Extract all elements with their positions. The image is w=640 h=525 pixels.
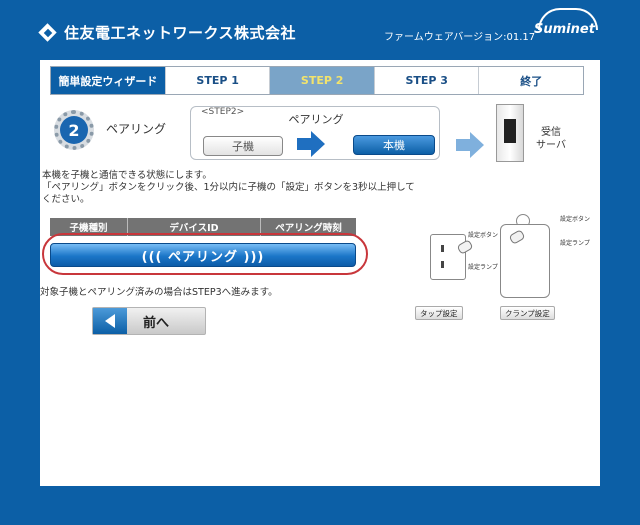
tab-step2[interactable]: STEP 2 bbox=[270, 67, 375, 94]
pairing-button[interactable]: ((( ペアリング ))) bbox=[50, 243, 356, 267]
receiver-server-label: 受信 サーバ bbox=[536, 127, 566, 151]
server-icon bbox=[496, 104, 524, 162]
clamp-lamp-label: 設定ランプ bbox=[560, 240, 590, 247]
clamp-button-label: 設定ボタン bbox=[560, 216, 591, 223]
tap-setting-button[interactable]: タップ設定 bbox=[415, 306, 463, 320]
tab-wizard[interactable]: 簡単設定ウィザード bbox=[51, 67, 166, 94]
pairing-flow-diagram: <STEP2> ペアリング 子機 本機 bbox=[190, 106, 440, 160]
clamp-device-icon bbox=[500, 224, 550, 298]
company-brand: 住友電工ネットワークス株式会社 bbox=[38, 22, 296, 43]
child-device-box: 子機 bbox=[203, 136, 283, 156]
tab-step3[interactable]: STEP 3 bbox=[374, 67, 480, 94]
step-number: 2 bbox=[60, 116, 88, 144]
wizard-tabs: 簡単設定ウィザード STEP 1 STEP 2 STEP 3 終了 bbox=[50, 66, 584, 95]
parent-device-box: 本機 bbox=[353, 135, 435, 155]
tap-lamp-label: 設定ランプ bbox=[468, 264, 498, 271]
description-text: 本機を子機と通信できる状態にします。 「ペアリング」ボタンをクリック後、1分以内… bbox=[42, 170, 415, 205]
flow-title: ペアリング bbox=[288, 113, 344, 126]
company-logo-icon bbox=[38, 23, 58, 43]
arrow-left-icon bbox=[105, 314, 115, 328]
suminet-logo: Suminet bbox=[528, 8, 608, 44]
tab-step1[interactable]: STEP 1 bbox=[165, 67, 271, 94]
clamp-setting-button[interactable]: クランプ設定 bbox=[500, 306, 555, 320]
arrow-right-icon bbox=[456, 132, 484, 158]
company-name: 住友電工ネットワークス株式会社 bbox=[64, 24, 297, 42]
logo-text: Suminet bbox=[534, 22, 595, 37]
arrow-right-icon bbox=[297, 131, 325, 157]
main-panel: 簡単設定ウィザード STEP 1 STEP 2 STEP 3 終了 2 ペアリン… bbox=[40, 60, 600, 486]
back-arrow-box bbox=[93, 308, 127, 334]
step3-note: 対象子機とペアリング済みの場合はSTEP3へ進みます。 bbox=[40, 287, 278, 298]
step-number-badge: 2 bbox=[54, 110, 94, 150]
tap-device-icon bbox=[430, 234, 466, 280]
back-button[interactable]: 前へ bbox=[92, 307, 206, 335]
tab-finish[interactable]: 終了 bbox=[479, 67, 583, 94]
header: 住友電工ネットワークス株式会社 ファームウェアバージョン:01.17 Sumin… bbox=[0, 0, 640, 60]
back-button-label: 前へ bbox=[143, 315, 170, 331]
step-title: ペアリング bbox=[106, 122, 167, 136]
tap-button-label: 設定ボタン bbox=[468, 232, 499, 239]
firmware-version: ファームウェアバージョン:01.17 bbox=[384, 32, 536, 43]
